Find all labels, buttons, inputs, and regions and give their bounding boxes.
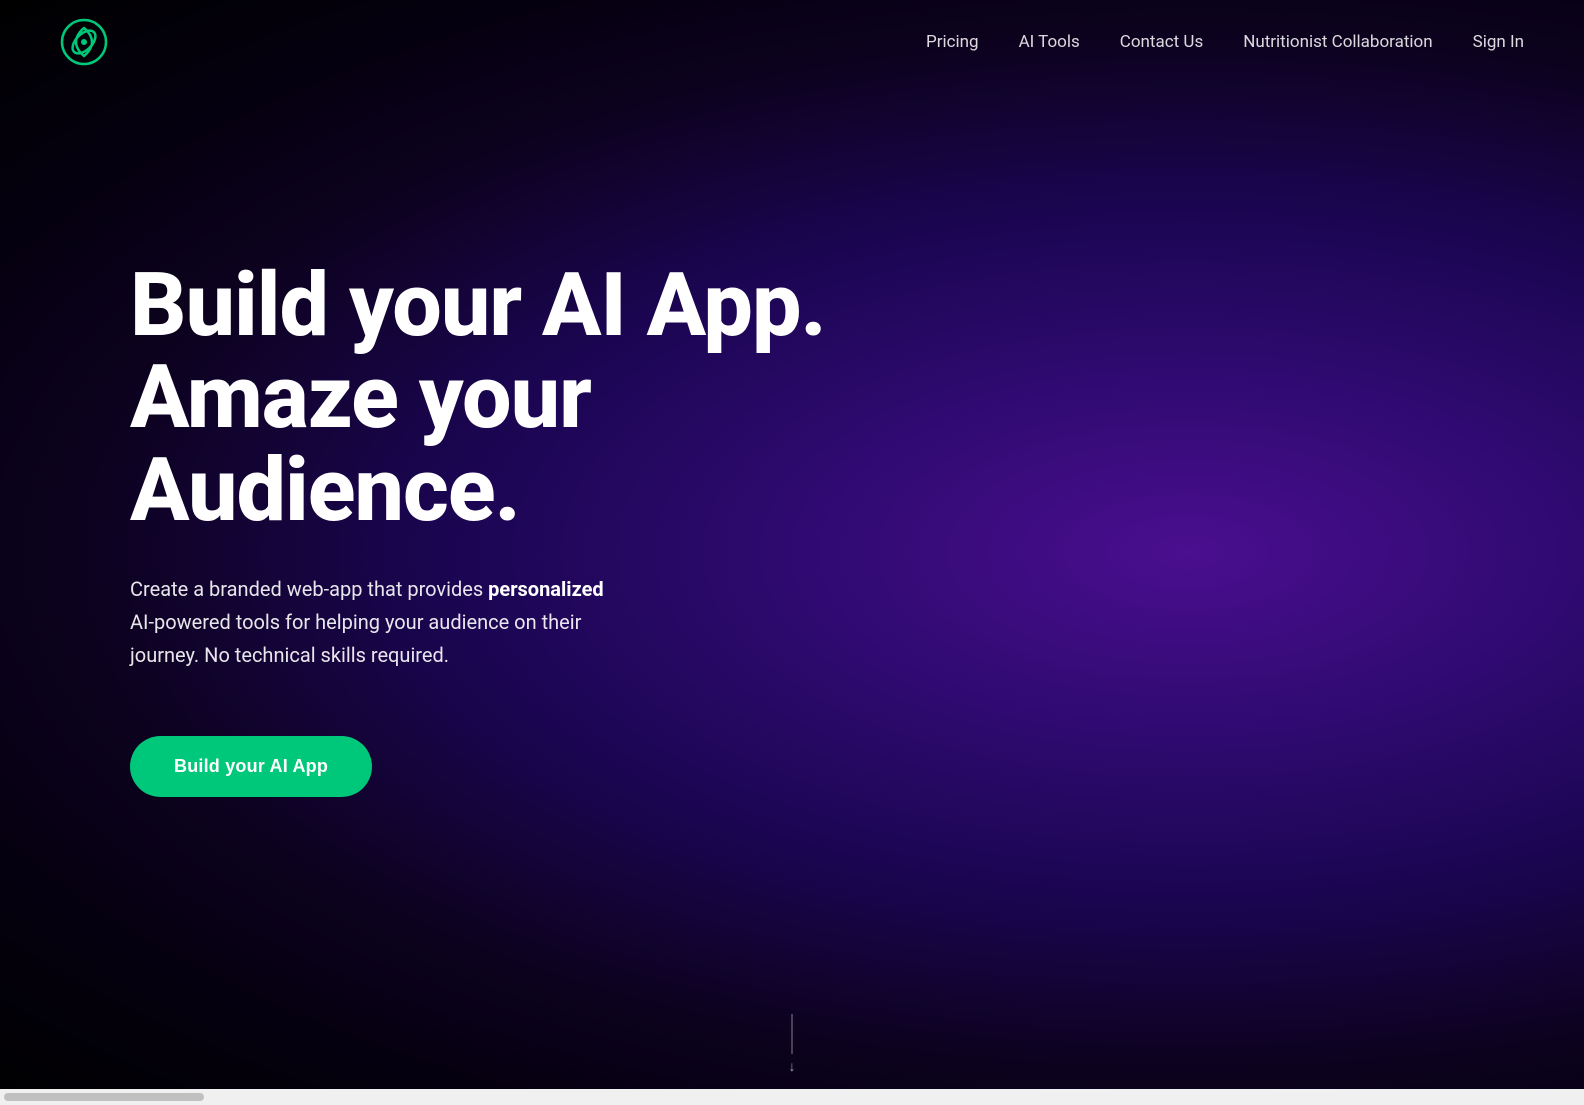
navbar-links: Pricing AI Tools Contact Us Nutritionist… [926, 32, 1524, 52]
page-wrapper: Pricing AI Tools Contact Us Nutritionist… [0, 0, 1584, 1105]
scroll-arrow: ↓ [789, 1058, 796, 1075]
logo[interactable] [60, 18, 108, 66]
hero-section: Build your AI App. Amaze your Audience. … [130, 260, 850, 797]
bottom-scrollbar[interactable] [0, 1089, 1584, 1105]
hero-title-line2: Amaze your Audience. [130, 346, 591, 541]
hero-subtitle-part1: Create a branded web-app that provides [130, 577, 488, 601]
scroll-line [792, 1014, 793, 1054]
nav-contact[interactable]: Contact Us [1120, 32, 1203, 52]
hero-title-line1: Build your AI App. [130, 254, 826, 357]
cta-button[interactable]: Build your AI App [130, 736, 372, 797]
logo-icon [60, 18, 108, 66]
hero-subtitle-part2: AI-powered tools for helping your audien… [130, 610, 581, 667]
scroll-indicator: ↓ [789, 1014, 796, 1075]
hero-subtitle-bold: personalized [488, 577, 604, 601]
scrollbar-thumb[interactable] [4, 1093, 204, 1101]
nav-signin[interactable]: Sign In [1473, 32, 1524, 52]
nav-nutritionist[interactable]: Nutritionist Collaboration [1243, 32, 1432, 52]
hero-title: Build your AI App. Amaze your Audience. [130, 260, 850, 537]
nav-ai-tools[interactable]: AI Tools [1019, 32, 1080, 52]
navbar: Pricing AI Tools Contact Us Nutritionist… [0, 0, 1584, 84]
hero-subtitle: Create a branded web-app that provides p… [130, 573, 610, 672]
nav-pricing[interactable]: Pricing [926, 32, 979, 52]
